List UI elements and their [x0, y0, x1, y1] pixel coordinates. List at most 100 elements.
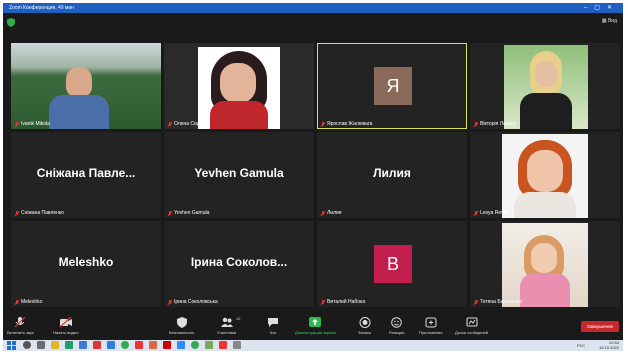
participant-tile[interactable]: Олена Сидкова [164, 43, 314, 129]
unmute-button[interactable]: Включить звук [7, 317, 34, 335]
encryption-shield-icon[interactable] [7, 18, 15, 27]
participant-tile[interactable]: Тетяна Бараненко [470, 221, 620, 307]
excel-icon[interactable] [65, 341, 73, 349]
share-screen-icon [309, 317, 322, 327]
participants-count: 12 [236, 316, 241, 321]
participant-tile[interactable]: Вікторія Лаврук [470, 43, 620, 129]
meeting-header: ▦ Вид [3, 13, 623, 35]
start-video-button[interactable]: Начать видео [53, 317, 78, 335]
zoom-taskbar-icon[interactable] [177, 341, 185, 349]
window-controls[interactable]: –▢✕ [584, 3, 619, 13]
mic-muted-icon [14, 299, 19, 305]
task-view-icon[interactable] [37, 341, 45, 349]
yandex-browser-icon[interactable] [135, 341, 143, 349]
participant-label: Ярослав Жалювага [320, 121, 372, 127]
keyboard-language: РУС [576, 343, 585, 348]
smiley-plus-icon [390, 317, 402, 328]
participant-label: Ірина Соколовська [167, 299, 218, 305]
chat-button[interactable]: Чат [267, 317, 279, 335]
powerpoint-icon[interactable] [149, 341, 157, 349]
acrobat-icon[interactable] [163, 341, 171, 349]
participant-label: Олена Сидкова [167, 121, 210, 127]
system-tray[interactable]: РУС 20:53 19.10.2022 [577, 340, 619, 350]
mic-muted-icon [320, 121, 325, 127]
mic-muted-icon [473, 121, 478, 127]
participant-tile[interactable]: Ivanik Mikola [11, 43, 161, 129]
video-feed [11, 43, 161, 129]
app-icon[interactable] [233, 341, 241, 349]
windows-start-icon[interactable] [7, 341, 16, 350]
chat-icon [268, 318, 278, 327]
participant-tile[interactable]: Сніжана Павле... Сніжана Павленко [11, 132, 161, 218]
mic-muted-icon [14, 317, 26, 328]
video-feed [164, 43, 314, 129]
participant-tile[interactable]: Yevhen Gamula Yevhen Gamula [164, 132, 314, 218]
title-bar: Zoom Конференция, 40 мин –▢✕ [3, 3, 623, 13]
reactions-button[interactable]: Реакции [389, 317, 404, 335]
zoom-window: Zoom Конференция, 40 мин –▢✕ ▦ Вид Ivani… [3, 3, 623, 351]
whiteboards-button[interactable]: Доски сообщений [455, 317, 488, 335]
participant-label: Meleshko [14, 299, 42, 305]
word-icon[interactable] [79, 341, 87, 349]
video-feed [504, 45, 588, 129]
participant-label: Тетяна Бараненко [473, 299, 522, 305]
window-title: Zoom Конференция, 40 мин [9, 5, 74, 11]
chrome-icon[interactable] [121, 341, 129, 349]
record-icon [359, 317, 371, 328]
whiteboard-icon [466, 317, 477, 327]
mic-muted-icon [14, 121, 19, 127]
mic-muted-icon [14, 210, 19, 216]
participant-display-name: Ірина Соколов... [190, 255, 288, 269]
view-label: Вид [607, 18, 617, 24]
avatar: Я [374, 67, 412, 105]
search-icon[interactable] [23, 341, 31, 349]
apps-button[interactable]: Приложения [419, 317, 442, 335]
participants-icon [220, 317, 233, 327]
participant-label: Вікторія Лаврук [473, 121, 516, 127]
mic-muted-icon [320, 210, 325, 216]
yandex-icon[interactable] [93, 341, 101, 349]
participant-tile[interactable]: Lesya Revbi [470, 132, 620, 218]
participant-tile-active-speaker[interactable]: Я Ярослав Жалювага [317, 43, 467, 129]
app-icon[interactable] [205, 341, 213, 349]
video-feed [502, 134, 588, 218]
security-button[interactable]: Безопасность [169, 317, 195, 335]
participant-label: Yevhen Gamula [167, 210, 209, 216]
apps-icon [425, 317, 437, 328]
video-feed [502, 223, 588, 307]
clock-date: 19.10.2022 [598, 345, 619, 350]
mic-muted-icon [320, 299, 325, 305]
view-button[interactable]: ▦ Вид [602, 18, 617, 24]
participant-label: Ivanik Mikola [14, 121, 50, 127]
mic-muted-icon [167, 121, 172, 127]
participant-display-name: Сніжана Павле... [36, 166, 136, 180]
mic-muted-icon [473, 210, 478, 216]
mic-muted-icon [167, 299, 172, 305]
video-off-icon [59, 317, 72, 328]
participant-label: Лилия [320, 210, 342, 216]
mic-muted-icon [167, 210, 172, 216]
meeting-toolbar: Включить звук Начать видео Безопасность … [3, 313, 623, 340]
shield-icon [176, 317, 187, 328]
participant-tile[interactable]: Ірина Соколов... Ірина Соколовська [164, 221, 314, 307]
participants-button[interactable]: Участники [217, 317, 236, 335]
file-explorer-icon[interactable] [51, 341, 59, 349]
participant-tile[interactable]: В Виталий Набока [317, 221, 467, 307]
avatar: В [374, 245, 412, 283]
participant-display-name: Meleshko [58, 255, 114, 269]
participant-tile[interactable]: Meleshko Meleshko [11, 221, 161, 307]
participant-label: Lesya Revbi [473, 210, 508, 216]
participant-display-name: Лилия [373, 166, 411, 180]
participant-label: Виталий Набока [320, 299, 365, 305]
browser-icon[interactable] [107, 341, 115, 349]
participant-display-name: Yevhen Gamula [194, 166, 284, 180]
participant-tile[interactable]: Лилия Лилия [317, 132, 467, 218]
windows-taskbar: РУС 20:53 19.10.2022 [3, 340, 623, 351]
mic-muted-icon [473, 299, 478, 305]
share-screen-button[interactable]: Демонстрация экрана [295, 317, 336, 335]
participant-label: Сніжана Павленко [14, 210, 64, 216]
chrome-icon[interactable] [191, 341, 199, 349]
record-button[interactable]: Запись [358, 317, 371, 335]
end-meeting-button[interactable]: Завершение [581, 321, 619, 332]
yandex-icon[interactable] [219, 341, 227, 349]
